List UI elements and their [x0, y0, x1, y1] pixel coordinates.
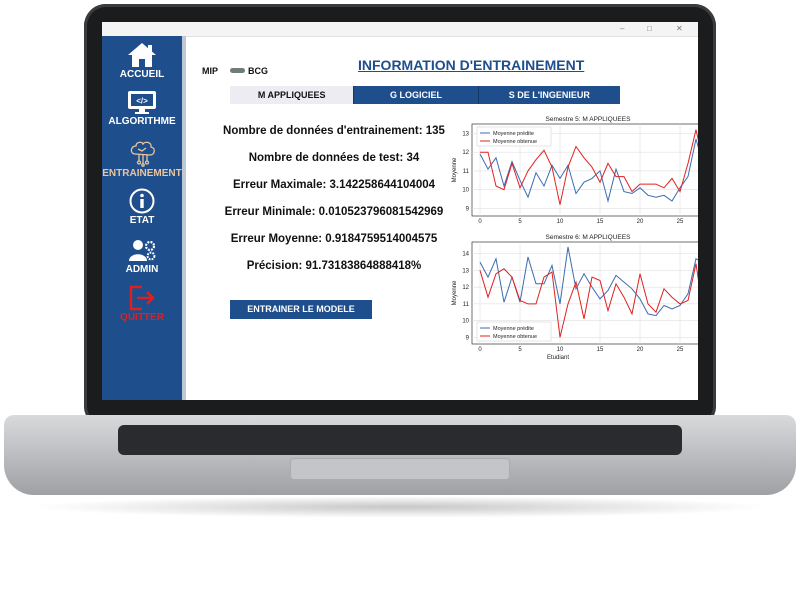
y-tick-label: 14	[462, 252, 469, 258]
sidebar-item-entrainement[interactable]: ENTRAINEMENT	[102, 140, 182, 179]
minimize-icon[interactable]: –	[620, 24, 624, 33]
y-tick-label: 11	[463, 169, 470, 175]
tab-g-logiciel[interactable]: G LOGICIEL	[354, 86, 479, 104]
tab-s-ingenieur[interactable]: S DE L'INGENIEUR	[478, 86, 620, 104]
y-tick-label: 13	[462, 131, 469, 137]
sidebar-item-accueil[interactable]: ACCUEIL	[102, 42, 182, 80]
y-tick-label: 9	[466, 335, 470, 341]
page-title: INFORMATION D'ENTRAINEMENT	[358, 57, 585, 73]
chart-2: 0 5 10 15 20 25 9 10 11 12 13 14 Semestre 6: M APPLI…	[452, 234, 698, 361]
sidebar-item-label: ADMIN	[125, 264, 159, 275]
y-tick-label: 12	[462, 285, 469, 291]
sidebar-divider	[182, 36, 186, 400]
brain-circuit-icon	[130, 141, 155, 167]
y-tick-label: 10	[462, 319, 469, 325]
legend-label: Moyenne obtenue	[493, 139, 537, 145]
sidebar-item-label: ALGORITHME	[108, 116, 176, 127]
x-tick-label: 25	[677, 219, 684, 225]
trackpad	[290, 458, 510, 480]
sidebar-item-admin[interactable]: ADMIN	[102, 237, 182, 275]
admin-gears-icon	[129, 240, 156, 261]
x-tick-label: 15	[597, 347, 604, 353]
x-tick-label: 15	[597, 219, 604, 225]
logout-icon	[129, 285, 155, 311]
x-tick-label: 0	[478, 219, 482, 225]
x-tick-label: 10	[557, 219, 564, 225]
program-toggle-switch[interactable]	[230, 68, 245, 73]
laptop-shadow	[30, 496, 770, 518]
keyboard	[118, 425, 682, 455]
legend-label: Moyenne prédite	[493, 326, 534, 332]
close-icon[interactable]: ✕	[676, 24, 683, 33]
x-tick-label: 20	[637, 347, 644, 353]
results-charts: 0 5 10 15 20 25 9 10 11 12 13 Semestre 5: M APPLIQU…	[452, 116, 698, 361]
sidebar-item-label: ACCUEIL	[119, 69, 165, 80]
y-tick-label: 10	[462, 188, 469, 194]
option-bcg-label: BCG	[248, 66, 268, 76]
tab-bar: M APPLIQUEES G LOGICIEL S DE L'INGENIEUR	[230, 86, 620, 104]
sidebar-item-label: ENTRAINEMENT	[102, 168, 182, 179]
train-model-button[interactable]: ENTRAINER LE MODELE	[230, 300, 372, 319]
y-axis-label: Moyenne	[452, 157, 458, 182]
option-mip-label: MIP	[202, 66, 219, 76]
y-tick-label: 11	[463, 302, 470, 308]
sidebar: ACCUEIL </> ALGORITHME ENTRAINEMENT ETAT…	[102, 36, 182, 400]
x-tick-label: 10	[557, 347, 564, 353]
svg-text:</>: </>	[136, 97, 148, 106]
x-tick-label: 25	[677, 347, 684, 353]
y-axis-label: Moyenne	[452, 280, 458, 305]
sidebar-item-quitter[interactable]: QUITTER	[102, 285, 182, 323]
chart-title: Semestre 6: M APPLIQUEES	[546, 234, 632, 241]
info-icon	[129, 188, 155, 214]
x-axis-label: Etudiant	[547, 355, 569, 361]
sidebar-item-etat[interactable]: ETAT	[102, 188, 182, 226]
sidebar-item-label: QUITTER	[120, 312, 164, 323]
home-icon	[128, 43, 156, 67]
y-tick-label: 9	[466, 206, 470, 212]
sidebar-item-algorithme[interactable]: </> ALGORITHME	[102, 90, 182, 127]
code-monitor-icon: </>	[128, 91, 156, 114]
x-tick-label: 0	[478, 347, 482, 353]
title-bar: – □ ✕	[102, 22, 698, 37]
legend-label: Moyenne prédite	[493, 131, 534, 137]
chart-1: 0 5 10 15 20 25 9 10 11 12 13 Semestre 5: M APPLIQU…	[452, 116, 698, 225]
tab-m-appliquees[interactable]: M APPLIQUEES	[230, 86, 355, 104]
x-tick-label: 5	[518, 219, 522, 225]
y-tick-label: 13	[462, 268, 469, 274]
maximize-icon[interactable]: □	[647, 24, 652, 33]
y-tick-label: 12	[462, 150, 469, 156]
sidebar-item-label: ETAT	[129, 215, 155, 226]
x-tick-label: 20	[637, 219, 644, 225]
legend-label: Moyenne obtenue	[493, 334, 537, 340]
chart-title: Semestre 5: M APPLIQUEES	[546, 116, 632, 123]
x-tick-label: 5	[518, 347, 522, 353]
app-window: – □ ✕ ACCUEIL </> ALGORITHME ENTRAINEMEN…	[102, 22, 698, 400]
